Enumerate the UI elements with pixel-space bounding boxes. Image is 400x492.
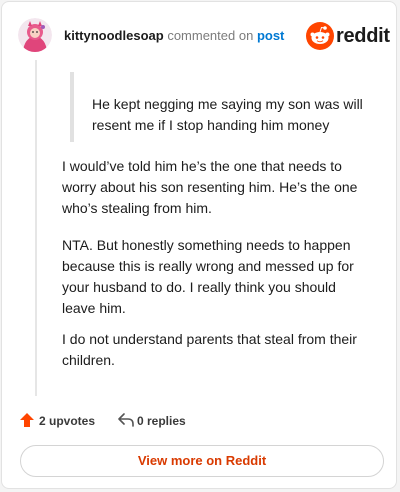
comment-footer: 2 upvotes 0 replies [18,409,378,433]
comment-card: kittynoodlesoap commented on post reddit… [1,1,397,489]
quote-bar [70,72,74,142]
view-more-button[interactable]: View more on Reddit [20,445,384,477]
reddit-wordmark: reddit [336,25,390,47]
post-link[interactable]: post [257,28,284,43]
quoted-text: He kept negging me saying my son was wil… [92,96,363,133]
avatar-image [18,18,52,52]
thread-line [35,60,37,396]
username-link[interactable]: kittynoodlesoap [64,28,164,43]
reddit-logo[interactable]: reddit [306,22,390,50]
action-text: commented on [167,28,254,43]
reply-icon[interactable] [118,413,134,427]
comment-paragraph: NTA. But honestly something needs to hap… [62,237,354,316]
comment-header: kittynoodlesoap commented on post reddit [18,18,390,54]
upvote-icon[interactable] [20,413,34,427]
comment-meta: kittynoodlesoap commented on post [64,28,284,43]
reply-count: 0 replies [137,414,186,428]
comment-paragraph: I do not understand parents that steal f… [62,331,357,368]
upvote-count: 2 upvotes [39,414,96,428]
avatar[interactable] [18,18,52,52]
reddit-snoo-icon [306,22,334,50]
comment-paragraph: I would’ve told him he’s the one that ne… [62,158,358,216]
